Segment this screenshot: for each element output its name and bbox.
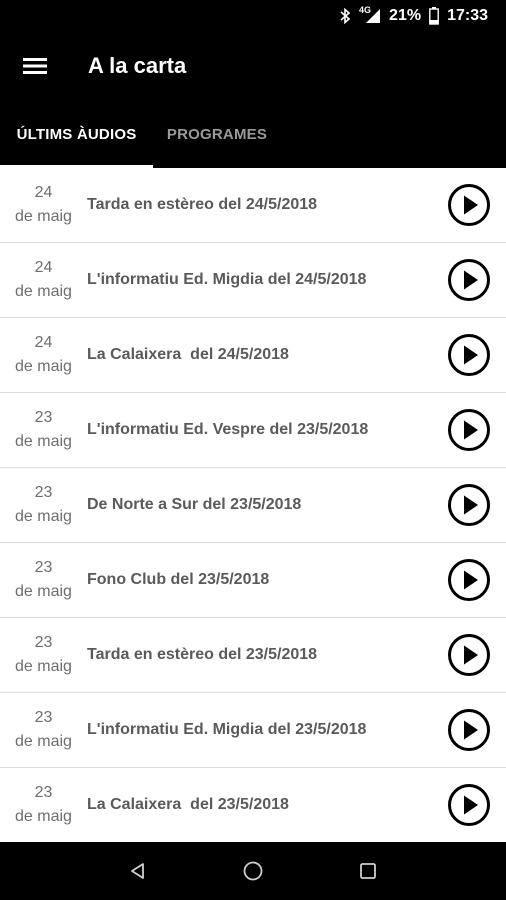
episode-day: 23 (34, 409, 53, 426)
play-icon[interactable] (446, 482, 492, 528)
episode-month: de maig (15, 358, 72, 375)
tab-latest-audios[interactable]: ÚLTIMS ÀUDIOS (0, 100, 153, 168)
back-icon[interactable] (118, 851, 158, 891)
play-icon[interactable] (446, 632, 492, 678)
episode-date: 23 de maig (0, 556, 87, 604)
page-title: A la carta (88, 53, 187, 78)
play-icon[interactable] (446, 707, 492, 753)
list-item[interactable]: 23 de maig L'informatiu Ed. Vespre del 23/… (0, 393, 506, 468)
list-item[interactable]: 24 de maig La Calaixera del 24/5/2018 (0, 318, 506, 393)
battery-icon (429, 7, 439, 25)
bluetooth-icon (339, 8, 351, 24)
episode-title: Fono Club del 23/5/2018 (87, 571, 270, 588)
episode-title: Tarda en estèreo del 24/5/2018 (87, 196, 318, 213)
episode-title: La Calaixera del 24/5/2018 (87, 346, 289, 363)
episode-month: de maig (15, 433, 72, 450)
episode-day: 23 (34, 709, 53, 726)
clock: 17:33 (447, 7, 488, 24)
episode-day: 23 (34, 484, 53, 501)
episode-day: 24 (34, 184, 53, 201)
episode-month: de maig (15, 208, 72, 225)
list-item[interactable]: 23 de maig De Norte a Sur del 23/5/2018 (0, 468, 506, 543)
list-item[interactable]: 24 de maig Tarda en estèreo del 24/5/2018 (0, 168, 506, 243)
play-icon[interactable] (446, 407, 492, 453)
home-icon[interactable] (233, 851, 273, 891)
episode-title: La Calaixera del 23/5/2018 (87, 796, 289, 813)
list-item[interactable]: 23 de maig La Calaixera del 23/5/2018 (0, 768, 506, 842)
play-icon[interactable] (446, 257, 492, 303)
episode-date: 23 de maig (0, 481, 87, 529)
recents-icon[interactable] (348, 851, 388, 891)
episode-month: de maig (15, 658, 72, 675)
list-item[interactable]: 23 de maig Fono Club del 23/5/2018 (0, 543, 506, 618)
episode-date: 23 de maig (0, 706, 87, 754)
hamburger-menu-icon[interactable] (0, 32, 70, 100)
episode-day: 23 (34, 559, 53, 576)
episode-date: 23 de maig (0, 631, 87, 679)
episode-month: de maig (15, 583, 72, 600)
list-item[interactable]: 23 de maig Tarda en estèreo del 23/5/2018 (0, 618, 506, 693)
play-icon[interactable] (446, 182, 492, 228)
episode-date: 24 de maig (0, 331, 87, 379)
episode-day: 23 (34, 784, 53, 801)
episode-title: L'informatiu Ed. Migdia del 23/5/2018 (87, 721, 367, 738)
episode-day: 24 (34, 334, 53, 351)
list-item[interactable]: 23 de maig L'informatiu Ed. Migdia del 23/… (0, 693, 506, 768)
app-bar: A la carta (0, 32, 506, 100)
episode-date: 23 de maig (0, 781, 87, 829)
episode-date: 24 de maig (0, 256, 87, 304)
signal-icon: 4G (359, 5, 381, 24)
system-nav-bar (0, 842, 506, 900)
episode-month: de maig (15, 508, 72, 525)
episode-month: de maig (15, 283, 72, 300)
status-bar: 4G 21% 17:33 (0, 0, 506, 32)
episode-day: 24 (34, 259, 53, 276)
episode-date: 23 de maig (0, 406, 87, 454)
battery-percent: 21% (389, 7, 422, 24)
episode-day: 23 (34, 634, 53, 651)
play-icon[interactable] (446, 782, 492, 828)
tab-bar: ÚLTIMS ÀUDIOS PROGRAMES (0, 100, 506, 168)
network-type: 4G (359, 5, 372, 15)
episode-list: 24 de maig Tarda en estèreo del 24/5/2018 2… (0, 168, 506, 842)
episode-title: L'informatiu Ed. Vespre del 23/5/2018 (87, 421, 369, 438)
play-icon[interactable] (446, 557, 492, 603)
episode-title: L'informatiu Ed. Migdia del 24/5/2018 (87, 271, 367, 288)
episode-date: 24 de maig (0, 181, 87, 229)
episode-title: De Norte a Sur del 23/5/2018 (87, 496, 302, 513)
episode-month: de maig (15, 733, 72, 750)
tab-programs[interactable]: PROGRAMES (153, 100, 281, 168)
episode-title: Tarda en estèreo del 23/5/2018 (87, 646, 318, 663)
list-item[interactable]: 24 de maig L'informatiu Ed. Migdia del 24/… (0, 243, 506, 318)
play-icon[interactable] (446, 332, 492, 378)
episode-month: de maig (15, 808, 72, 825)
